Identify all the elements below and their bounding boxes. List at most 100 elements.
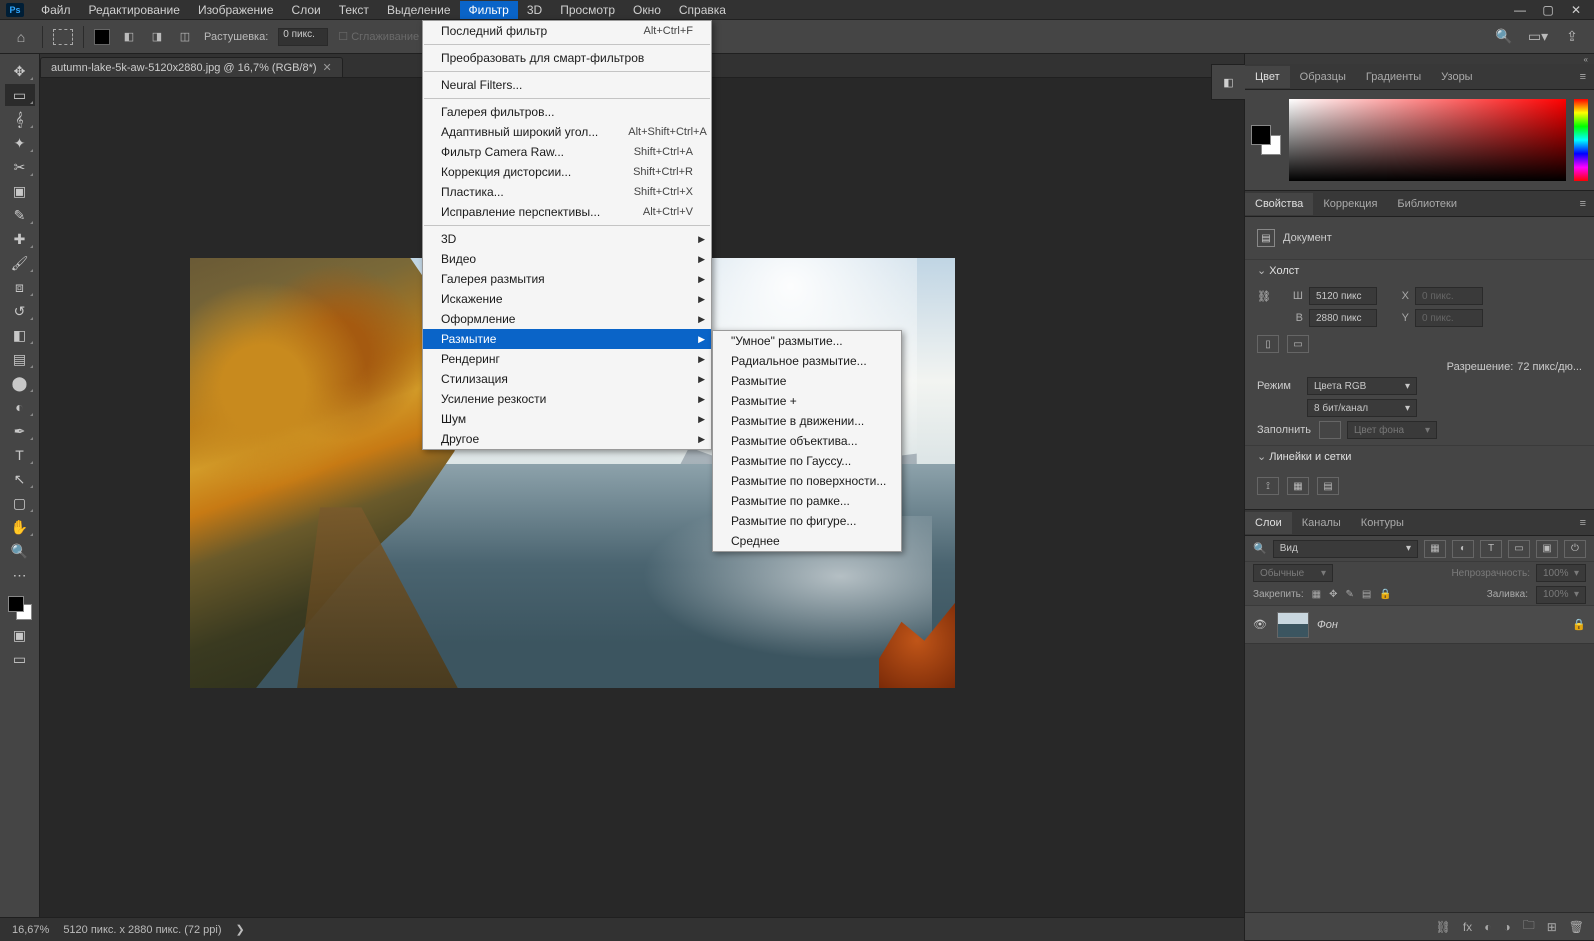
blur-submenu-item[interactable]: Размытие по поверхности... xyxy=(713,471,901,491)
filter-menu-item[interactable]: Фильтр Camera Raw...Shift+Ctrl+A xyxy=(423,142,711,162)
filter-pixel-icon[interactable]: ▦ xyxy=(1424,540,1446,558)
layer-filter-select[interactable]: Вид▾ xyxy=(1273,540,1418,558)
tab-adjustments[interactable]: Коррекция xyxy=(1313,193,1387,215)
tool-pen[interactable]: ✒ xyxy=(5,420,35,442)
antialias-checkbox[interactable]: ☐ Сглаживание xyxy=(338,30,419,43)
lock-pixels-icon[interactable]: ▦ xyxy=(1312,589,1321,600)
tool-dodge[interactable]: ◐ xyxy=(5,396,35,418)
orient-portrait-icon[interactable]: ▯ xyxy=(1257,335,1279,353)
selection-intersect-icon[interactable]: ◫ xyxy=(176,29,194,45)
tab-paths[interactable]: Контуры xyxy=(1351,512,1414,534)
selection-add-icon[interactable]: ◧ xyxy=(120,29,138,45)
document-dimensions[interactable]: 5120 пикс. x 2880 пикс. (72 ppi) xyxy=(63,924,221,936)
lock-nested-icon[interactable]: ▤ xyxy=(1362,589,1371,600)
menu-select[interactable]: Выделение xyxy=(378,1,460,19)
height-field[interactable]: 2880 пикс xyxy=(1309,309,1377,327)
fill-checkbox[interactable] xyxy=(1319,421,1341,439)
rulers-icon[interactable]: ⟟ xyxy=(1257,477,1279,495)
tab-color[interactable]: Цвет xyxy=(1245,66,1290,88)
docked-panel-icon[interactable]: ◧ xyxy=(1211,64,1245,100)
tool-healing[interactable]: ✚ xyxy=(5,228,35,250)
filter-adjust-icon[interactable]: ◐ xyxy=(1452,540,1474,558)
maximize-button[interactable]: ▢ xyxy=(1534,0,1562,20)
filter-menu-dropdown[interactable]: Последний фильтрAlt+Ctrl+F Преобразовать … xyxy=(422,20,712,450)
filter-menu-item[interactable]: Шум▶ xyxy=(423,409,711,429)
link-layers-icon[interactable]: ⛓ xyxy=(1436,920,1451,934)
tab-gradients[interactable]: Градиенты xyxy=(1356,66,1431,88)
menu-filter[interactable]: Фильтр xyxy=(460,1,518,19)
filter-menu-item[interactable]: Искажение▶ xyxy=(423,289,711,309)
guides-icon[interactable]: ▤ xyxy=(1317,477,1339,495)
menu-text[interactable]: Текст xyxy=(330,1,378,19)
tool-lasso[interactable]: 𝄞 xyxy=(5,108,35,130)
panel-menu-icon[interactable]: ≡ xyxy=(1572,71,1594,83)
blur-submenu-item[interactable]: Размытие + xyxy=(713,391,901,411)
lock-position-icon[interactable]: ✥ xyxy=(1329,589,1337,600)
menu-view[interactable]: Просмотр xyxy=(551,1,624,19)
mask-icon[interactable]: ◐ xyxy=(1484,920,1491,934)
opacity-field[interactable]: 100%▾ xyxy=(1536,564,1586,582)
menu-image[interactable]: Изображение xyxy=(189,1,283,19)
minimize-button[interactable]: — xyxy=(1506,0,1534,20)
filter-menu-item[interactable]: Преобразовать для смарт-фильтров xyxy=(423,48,711,68)
tool-gradient[interactable]: ▤ xyxy=(5,348,35,370)
tab-patterns[interactable]: Узоры xyxy=(1431,66,1482,88)
filter-menu-item[interactable]: Размытие▶ xyxy=(423,329,711,349)
color-picker-swatch[interactable] xyxy=(1251,125,1281,155)
group-icon[interactable]: 🗀 xyxy=(1523,916,1535,937)
share-icon[interactable]: ⇪ xyxy=(1560,25,1584,49)
close-tab-icon[interactable]: ✕ xyxy=(323,61,332,74)
tool-frame[interactable]: ▣ xyxy=(5,180,35,202)
fx-icon[interactable]: fx xyxy=(1463,920,1472,934)
blend-mode-select[interactable]: Обычные▾ xyxy=(1253,564,1333,582)
fg-color[interactable] xyxy=(8,596,24,612)
hue-slider[interactable] xyxy=(1574,99,1588,181)
filter-menu-item[interactable]: Видео▶ xyxy=(423,249,711,269)
tool-brush[interactable]: 🖌 xyxy=(5,252,35,274)
filter-menu-item[interactable]: Пластика...Shift+Ctrl+X xyxy=(423,182,711,202)
delete-layer-icon[interactable]: 🗑 xyxy=(1569,920,1584,934)
collapse-panels-icon[interactable]: « xyxy=(1245,54,1594,64)
blur-submenu-item[interactable]: Размытие xyxy=(713,371,901,391)
section-rulers[interactable]: Линейки и сетки xyxy=(1245,445,1594,467)
layers-list[interactable]: 👁 Фон 🔒 xyxy=(1245,606,1594,912)
panel-menu-icon[interactable]: ≡ xyxy=(1572,198,1594,210)
tool-marquee[interactable]: ▭ xyxy=(5,84,35,106)
status-chevron-icon[interactable]: ❯ xyxy=(236,923,245,936)
filter-smart-icon[interactable]: ▣ xyxy=(1536,540,1558,558)
tool-edit-toolbar[interactable]: ⋯ xyxy=(5,564,35,586)
visibility-icon[interactable]: 👁 xyxy=(1253,618,1269,631)
tab-layers[interactable]: Слои xyxy=(1245,512,1292,534)
orient-landscape-icon[interactable]: ▭ xyxy=(1287,335,1309,353)
search-icon[interactable]: 🔍 xyxy=(1492,25,1516,49)
color-swatches[interactable] xyxy=(6,594,34,622)
tool-blur[interactable]: ⬤ xyxy=(5,372,35,394)
zoom-level[interactable]: 16,67% xyxy=(12,924,49,936)
filter-menu-item[interactable]: Галерея фильтров... xyxy=(423,102,711,122)
tool-zoom[interactable]: 🔍 xyxy=(5,540,35,562)
layer-thumbnail[interactable] xyxy=(1277,612,1309,638)
link-dims-icon[interactable]: ⛓ xyxy=(1257,290,1271,303)
blur-submenu-item[interactable]: Размытие по Гауссу... xyxy=(713,451,901,471)
lock-all-icon[interactable]: 🔒 xyxy=(1379,589,1391,600)
quickmask-toggle[interactable]: ▣ xyxy=(5,624,35,646)
screenmode-toggle[interactable]: ▭ xyxy=(5,648,35,670)
tab-properties[interactable]: Свойства xyxy=(1245,193,1313,215)
filter-menu-item[interactable]: Коррекция дисторсии...Shift+Ctrl+R xyxy=(423,162,711,182)
close-button[interactable]: ✕ xyxy=(1562,0,1590,20)
filter-toggle-icon[interactable]: ⏻ xyxy=(1564,540,1586,558)
tool-crop[interactable]: ✂ xyxy=(5,156,35,178)
tool-hand[interactable]: ✋ xyxy=(5,516,35,538)
adjustment-icon[interactable]: ◑ xyxy=(1503,920,1510,934)
filter-menu-item[interactable]: 3D▶ xyxy=(423,229,711,249)
tool-eyedropper[interactable]: ✎ xyxy=(5,204,35,226)
filter-menu-item[interactable]: Другое▶ xyxy=(423,429,711,449)
tool-move[interactable]: ✥ xyxy=(5,60,35,82)
menu-layers[interactable]: Слои xyxy=(283,1,330,19)
search-icon[interactable]: 🔍 xyxy=(1253,542,1267,555)
menu-file[interactable]: Файл xyxy=(32,1,80,19)
tab-swatches[interactable]: Образцы xyxy=(1290,66,1356,88)
filter-menu-item[interactable]: Последний фильтрAlt+Ctrl+F xyxy=(423,21,711,41)
filter-menu-item[interactable]: Рендеринг▶ xyxy=(423,349,711,369)
filter-menu-item[interactable]: Исправление перспективы...Alt+Ctrl+V xyxy=(423,202,711,222)
